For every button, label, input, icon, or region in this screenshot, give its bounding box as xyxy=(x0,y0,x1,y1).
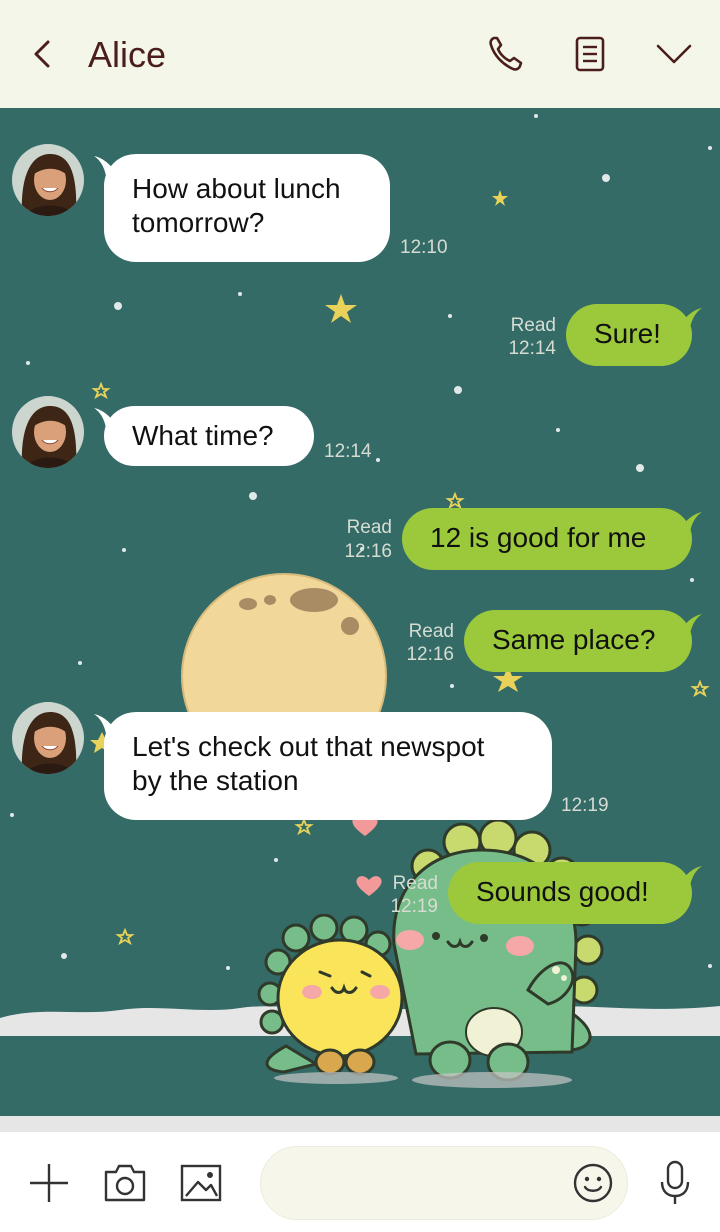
message-text: Sure! xyxy=(594,318,661,349)
message-time: 12:16 xyxy=(406,644,454,665)
message-text: Same place? xyxy=(492,624,656,655)
message-input-bar xyxy=(0,1132,720,1232)
message-time: 12:19 xyxy=(390,896,438,917)
message-time: 12:10 xyxy=(400,237,448,258)
message-text: Sounds good! xyxy=(476,876,649,907)
phone-icon[interactable] xyxy=(482,30,530,78)
avatar[interactable] xyxy=(12,144,84,216)
chevron-left-icon[interactable] xyxy=(22,30,62,78)
image-icon[interactable] xyxy=(176,1158,226,1208)
chat-header: Alice xyxy=(0,0,720,108)
bubble-tail xyxy=(678,512,702,532)
snow-ground xyxy=(0,1116,720,1132)
bubble-tail xyxy=(678,866,702,886)
yellow-dinosaur-illustration xyxy=(257,914,404,1084)
note-icon[interactable] xyxy=(566,30,614,78)
smiley-icon[interactable] xyxy=(568,1158,618,1208)
message-time: 12:14 xyxy=(324,441,372,462)
bubble-tail xyxy=(678,308,702,328)
message-time: 12:16 xyxy=(344,541,392,562)
contact-photo xyxy=(12,396,84,468)
read-receipt: Read xyxy=(392,873,438,894)
message-bubble[interactable]: 12 is good for me xyxy=(402,508,692,570)
chat-title[interactable]: Alice xyxy=(88,34,166,76)
avatar[interactable] xyxy=(12,702,84,774)
message-text: What time? xyxy=(132,420,274,451)
message-text: tomorrow? xyxy=(132,207,265,238)
message-text: Let's check out that newspot xyxy=(132,731,485,762)
microphone-icon[interactable] xyxy=(650,1158,700,1208)
message-bubble[interactable]: Sounds good! xyxy=(448,862,692,924)
contact-photo xyxy=(12,702,84,774)
read-receipt: Read xyxy=(346,517,392,538)
message-bubble[interactable]: How about lunch tomorrow? xyxy=(104,154,390,262)
camera-icon[interactable] xyxy=(100,1158,150,1208)
bubble-tail xyxy=(678,614,702,634)
message-bubble[interactable]: Let's check out that newspot by the stat… xyxy=(104,712,552,820)
message-text: How about lunch xyxy=(132,173,341,204)
avatar[interactable] xyxy=(12,396,84,468)
read-receipt: Read xyxy=(510,315,556,336)
message-bubble[interactable]: What time? xyxy=(104,406,314,466)
contact-photo xyxy=(12,144,84,216)
message-time: 12:14 xyxy=(508,338,556,359)
message-time: 12:19 xyxy=(561,795,609,816)
message-text: by the station xyxy=(132,765,299,796)
chevron-down-icon[interactable] xyxy=(650,30,698,78)
read-receipt: Read xyxy=(408,621,454,642)
message-bubble[interactable]: Same place? xyxy=(464,610,692,672)
message-text: 12 is good for me xyxy=(430,522,647,553)
plus-icon[interactable] xyxy=(24,1158,74,1208)
